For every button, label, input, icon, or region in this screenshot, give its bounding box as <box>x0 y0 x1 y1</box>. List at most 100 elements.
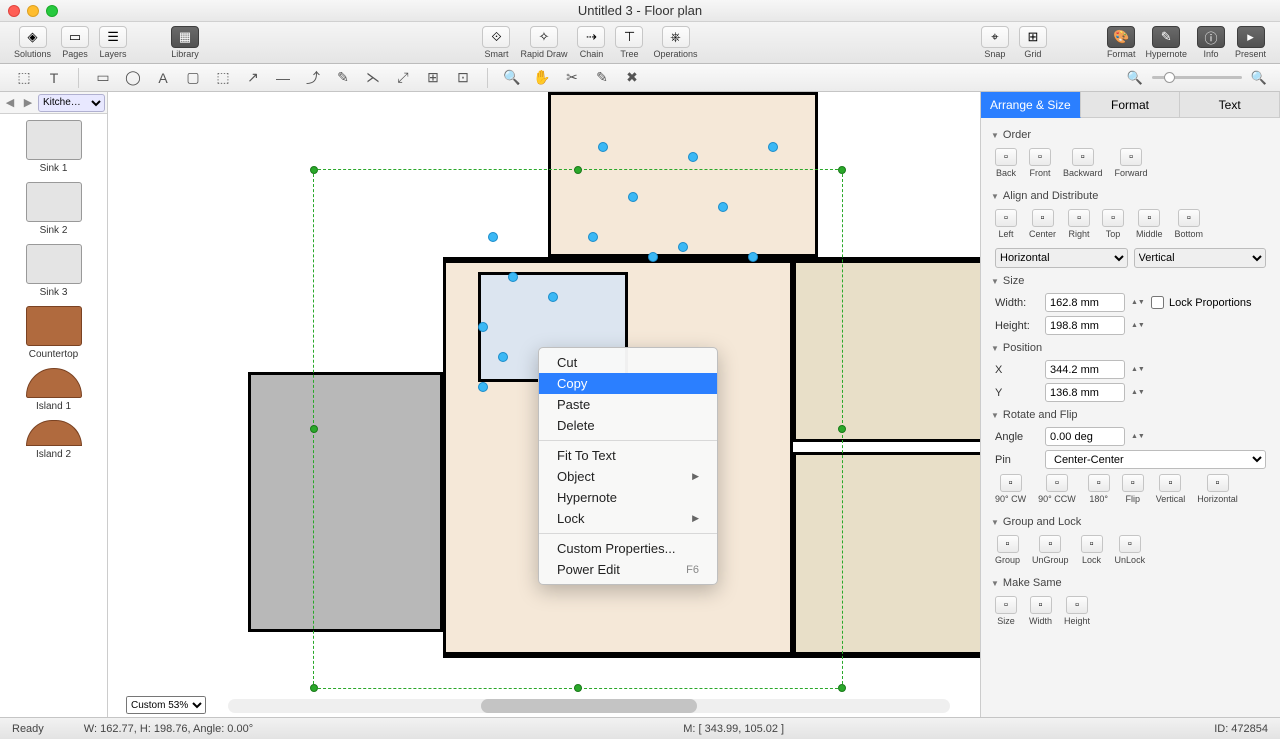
hypernote-button[interactable]: ✎Hypernote <box>1141 24 1191 61</box>
inspector-tab-text[interactable]: Text <box>1180 92 1280 118</box>
menu-custom-properties-[interactable]: Custom Properties... <box>539 538 717 559</box>
lib-item-island1[interactable]: Island 1 <box>26 368 82 412</box>
chain-button[interactable]: ⇢Chain <box>573 24 609 61</box>
rotate--ccw-button[interactable]: ▫90° CCW <box>1038 474 1076 504</box>
smart-button[interactable]: ⟐Smart <box>478 24 514 61</box>
lib-fwd-icon[interactable]: ▶ <box>20 95 36 111</box>
section-same[interactable]: Make Same <box>991 572 1270 593</box>
snap-button[interactable]: ⌖Snap <box>977 24 1013 61</box>
shape-tool-b10[interactable]: ⤢ <box>391 68 415 88</box>
lib-item-island2[interactable]: Island 2 <box>26 420 82 460</box>
menu-power-edit[interactable]: Power EditF6 <box>539 559 717 580</box>
rotate-horizontal-button[interactable]: ▫Horizontal <box>1197 474 1238 504</box>
align-top-button[interactable]: ▫Top <box>1102 209 1124 239</box>
zoom-out-icon[interactable]: 🔍 <box>1126 69 1144 87</box>
shape-tool-b1[interactable]: ◯ <box>121 68 145 88</box>
zoom-in-icon[interactable]: 🔍 <box>1250 69 1268 87</box>
menu-hypernote[interactable]: Hypernote <box>539 487 717 508</box>
shape-tool-c4[interactable]: ✖ <box>620 68 644 88</box>
align-middle-button[interactable]: ▫Middle <box>1136 209 1163 239</box>
y-input[interactable] <box>1045 383 1125 402</box>
rotate-flip-button[interactable]: ▫Flip <box>1122 474 1144 504</box>
order-back-button[interactable]: ▫Back <box>995 148 1017 178</box>
lib-item-sink2[interactable]: Sink 2 <box>26 182 82 236</box>
inspector-tab-arrange-size[interactable]: Arrange & Size <box>981 92 1081 118</box>
lib-item-sink1[interactable]: Sink 1 <box>26 120 82 174</box>
height-input[interactable] <box>1045 316 1125 335</box>
group-ungroup-button[interactable]: ▫UnGroup <box>1032 535 1069 565</box>
section-position[interactable]: Position <box>991 337 1270 358</box>
same-height-button[interactable]: ▫Height <box>1064 596 1090 626</box>
shape-tool-b3[interactable]: ▢ <box>181 68 205 88</box>
rapid-button[interactable]: ✧Rapid Draw <box>516 24 571 61</box>
shape-tool-c1[interactable]: ✋ <box>530 68 554 88</box>
menu-copy[interactable]: Copy <box>539 373 717 394</box>
menu-object[interactable]: Object <box>539 466 717 487</box>
rotate---button[interactable]: ▫180° <box>1088 474 1110 504</box>
present-button[interactable]: ▸Present <box>1231 24 1270 61</box>
align-right-button[interactable]: ▫Right <box>1068 209 1090 239</box>
shape-tool-b12[interactable]: ⊡ <box>451 68 475 88</box>
pin-select[interactable]: Center-Center <box>1045 450 1266 469</box>
pages-button[interactable]: ▭Pages <box>57 24 93 61</box>
group-group-button[interactable]: ▫Group <box>995 535 1020 565</box>
lock-proportions-checkbox[interactable] <box>1151 293 1164 312</box>
shape-tool-b5[interactable]: ↗ <box>241 68 265 88</box>
solutions-button[interactable]: ◈Solutions <box>10 24 55 61</box>
menu-paste[interactable]: Paste <box>539 394 717 415</box>
same-width-button[interactable]: ▫Width <box>1029 596 1052 626</box>
shape-tool-a1[interactable]: T <box>42 68 66 88</box>
section-order[interactable]: Order <box>991 124 1270 145</box>
x-input[interactable] <box>1045 360 1125 379</box>
menu-fit-to-text[interactable]: Fit To Text <box>539 445 717 466</box>
width-input[interactable] <box>1045 293 1125 312</box>
align-bottom-button[interactable]: ▫Bottom <box>1175 209 1204 239</box>
order-forward-button[interactable]: ▫Forward <box>1115 148 1148 178</box>
order-front-button[interactable]: ▫Front <box>1029 148 1051 178</box>
section-size[interactable]: Size <box>991 270 1270 291</box>
inspector-tab-format[interactable]: Format <box>1081 92 1181 118</box>
shape-tool-b4[interactable]: ⬚ <box>211 68 235 88</box>
lib-item-sink3[interactable]: Sink 3 <box>26 244 82 298</box>
shape-tool-c3[interactable]: ✎ <box>590 68 614 88</box>
tree-button[interactable]: ⊤Tree <box>611 24 647 61</box>
distribute-v-select[interactable]: Vertical <box>1134 248 1267 268</box>
align-left-button[interactable]: ▫Left <box>995 209 1017 239</box>
grid-button[interactable]: ⊞Grid <box>1015 24 1051 61</box>
lib-item-countertop[interactable]: Countertop <box>26 306 82 360</box>
shape-tool-b11[interactable]: ⊞ <box>421 68 445 88</box>
shape-tool-c2[interactable]: ✂ <box>560 68 584 88</box>
shape-tool-b7[interactable]: ⤴ <box>301 68 325 88</box>
section-align[interactable]: Align and Distribute <box>991 185 1270 206</box>
rotate-vertical-button[interactable]: ▫Vertical <box>1156 474 1186 504</box>
info-button[interactable]: ⓘInfo <box>1193 24 1229 61</box>
order-backward-button[interactable]: ▫Backward <box>1063 148 1103 178</box>
rotate--cw-button[interactable]: ▫90° CW <box>995 474 1026 504</box>
shape-tool-a0[interactable]: ⬚ <box>12 68 36 88</box>
section-group[interactable]: Group and Lock <box>991 511 1270 532</box>
library-selector[interactable]: Kitche… <box>38 94 105 112</box>
layers-button[interactable]: ☰Layers <box>95 24 131 61</box>
same-size-button[interactable]: ▫Size <box>995 596 1017 626</box>
section-rotate[interactable]: Rotate and Flip <box>991 404 1270 425</box>
shape-tool-b8[interactable]: ✎ <box>331 68 355 88</box>
angle-input[interactable] <box>1045 427 1125 446</box>
group-lock-button[interactable]: ▫Lock <box>1081 535 1103 565</box>
shape-tool-b9[interactable]: ⋋ <box>361 68 385 88</box>
group-unlock-button[interactable]: ▫UnLock <box>1115 535 1146 565</box>
lib-back-icon[interactable]: ◀ <box>2 95 18 111</box>
zoom-slider[interactable]: 🔍 🔍 <box>1126 69 1268 87</box>
menu-cut[interactable]: Cut <box>539 352 717 373</box>
ops-button[interactable]: ⎈Operations <box>649 24 701 61</box>
shape-tool-b2[interactable]: A <box>151 68 175 88</box>
shape-tool-c0[interactable]: 🔍 <box>500 68 524 88</box>
shape-tool-b6[interactable]: — <box>271 68 295 88</box>
menu-lock[interactable]: Lock <box>539 508 717 529</box>
library-button[interactable]: ▦ Library <box>167 24 203 61</box>
menu-delete[interactable]: Delete <box>539 415 717 436</box>
distribute-h-select[interactable]: Horizontal <box>995 248 1128 268</box>
align-center-button[interactable]: ▫Center <box>1029 209 1056 239</box>
shape-tool-b0[interactable]: ▭ <box>91 68 115 88</box>
canvas[interactable]: CutCopyPasteDelete Fit To TextObjectHyper… <box>108 92 980 717</box>
h-scrollbar[interactable] <box>228 699 950 713</box>
